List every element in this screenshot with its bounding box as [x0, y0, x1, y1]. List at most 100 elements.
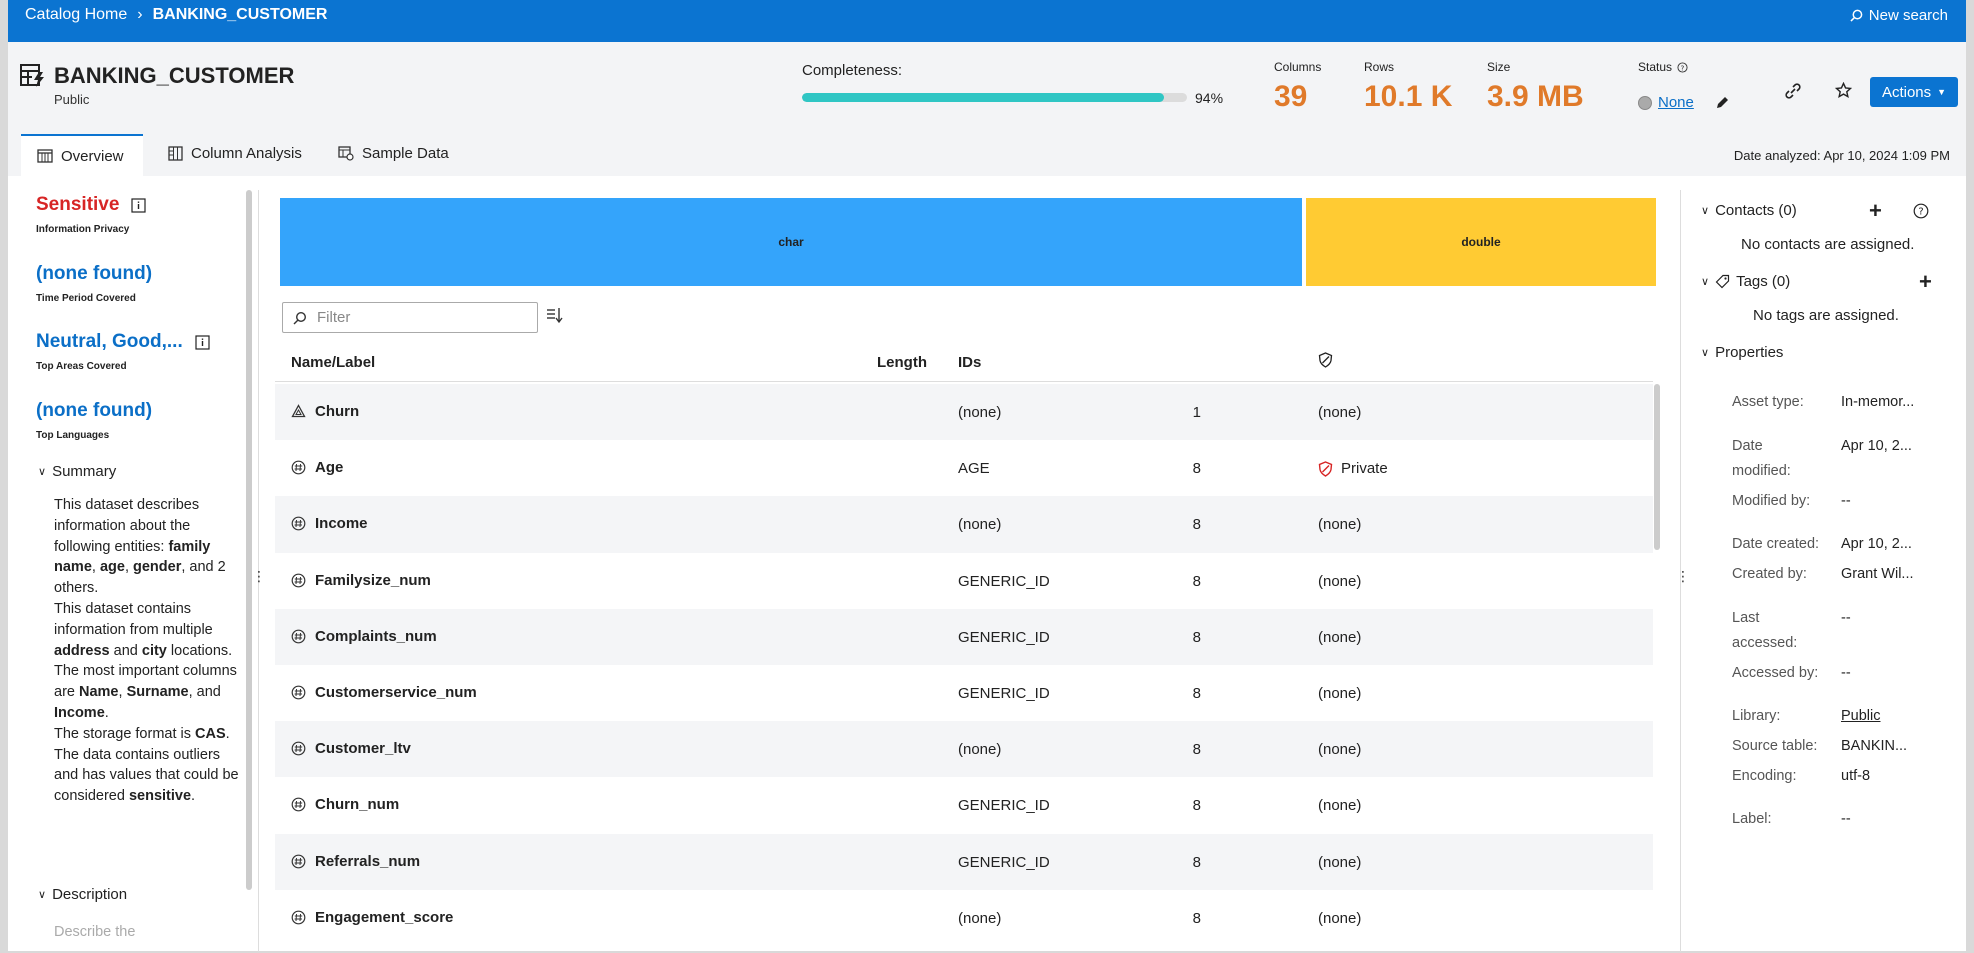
prop-library-link[interactable]: Public: [1841, 704, 1881, 729]
numeric-icon: [291, 797, 306, 812]
row-ids: GENERIC_ID: [958, 628, 1050, 646]
info-icon[interactable]: [131, 197, 147, 213]
filter-input[interactable]: Filter: [282, 302, 538, 333]
prop-date-created-value: Apr 10, 2...: [1841, 536, 1912, 552]
table-row[interactable]: Churn 1 (none) (none): [275, 384, 1653, 441]
row-ids: GENERIC_ID: [958, 853, 1050, 871]
row-sensitivity: (none): [1318, 741, 1362, 759]
prop-accessed-by-key: Accessed by:: [1732, 665, 1819, 681]
sensitive-text: Sensitive: [36, 194, 120, 215]
tab-column-analysis[interactable]: Column Analysis: [152, 134, 318, 172]
shield-icon[interactable]: [1318, 352, 1333, 368]
tab-bar: Overview Column Analysis Sample Data Dat…: [8, 134, 1966, 176]
details-panel: ∨ Contacts (0) + ? No contacts are assig…: [1683, 190, 1963, 952]
table-row[interactable]: Churn_num 8 GENERIC_ID (none): [275, 777, 1653, 833]
insights-panel: Sensitive Information Privacy (none foun…: [20, 190, 248, 952]
numeric-icon: [291, 516, 306, 531]
table-scrollbar[interactable]: [1654, 384, 1660, 550]
column-analysis-icon: [168, 145, 183, 161]
languages-block: (none found) Top Languages: [36, 400, 152, 441]
breadcrumb: Catalog Home › BANKING_CUSTOMER: [25, 6, 327, 24]
columns-value: 39: [1274, 80, 1308, 113]
breadcrumb-home-link[interactable]: Catalog Home: [25, 6, 127, 24]
asset-title: BANKING_CUSTOMER: [54, 63, 295, 88]
tab-overview[interactable]: Overview: [21, 134, 143, 176]
completeness-bar: [802, 93, 1187, 102]
table-row[interactable]: Engagement_score 8 (none) (none): [275, 890, 1653, 946]
tags-toggle[interactable]: ∨ Tags (0): [1701, 273, 1790, 290]
treemap-double[interactable]: double: [1306, 198, 1656, 286]
new-search-button[interactable]: New search: [1850, 7, 1948, 24]
prop-label-value: --: [1841, 811, 1851, 827]
svg-text:?: ?: [1918, 207, 1923, 218]
rows-stat: Rows 10.1 K: [1364, 60, 1452, 114]
help-icon[interactable]: ?: [1677, 61, 1688, 73]
sensitive-value: Sensitive: [36, 194, 147, 216]
prop-last-accessed-value: --: [1841, 610, 1851, 626]
actions-button[interactable]: Actions ▼: [1870, 77, 1958, 107]
tag-icon: [1715, 274, 1730, 289]
left-resize-handle[interactable]: ⋮: [252, 568, 266, 585]
tags-empty: No tags are assigned.: [1753, 307, 1899, 324]
row-name: Churn: [315, 403, 360, 420]
header-name[interactable]: Name/Label: [291, 354, 375, 371]
numeric-icon: [291, 854, 306, 868]
new-search-label: New search: [1868, 7, 1948, 24]
help-icon[interactable]: ?: [1913, 203, 1929, 219]
add-tag-button[interactable]: +: [1919, 271, 1932, 293]
areas-text: Neutral, Good,...: [36, 331, 183, 352]
table-header: Name/Label Length IDs: [275, 350, 1653, 382]
table-row[interactable]: Complaints_num 8 GENERIC_ID (none): [275, 608, 1653, 665]
rows-value: 10.1 K: [1364, 80, 1453, 113]
left-scrollbar[interactable]: [246, 190, 252, 890]
contacts-empty: No contacts are assigned.: [1741, 236, 1915, 253]
table-row[interactable]: Familysize_num 8 GENERIC_ID (none): [275, 553, 1653, 609]
status-label: Status ?: [1638, 60, 1688, 74]
row-length: 8: [1192, 853, 1201, 871]
table-row[interactable]: Customer_ltv 8 (none) (none): [275, 721, 1653, 778]
numeric-icon: [291, 741, 306, 756]
size-value: 3.9 MB: [1487, 80, 1584, 113]
table-row[interactable]: Income 8 (none) (none): [275, 496, 1653, 553]
prop-created-by-key: Created by:: [1732, 566, 1807, 582]
sort-icon[interactable]: [545, 306, 563, 324]
row-sensitivity: Private: [1341, 460, 1388, 478]
chevron-down-icon: ∨: [38, 466, 47, 478]
status-link[interactable]: None: [1658, 94, 1694, 111]
header-length[interactable]: Length: [877, 354, 927, 371]
numeric-icon: [291, 460, 306, 475]
table-row[interactable]: Referrals_num 8 GENERIC_ID (none): [275, 833, 1653, 890]
properties-toggle[interactable]: ∨ Properties: [1701, 344, 1783, 361]
link-icon[interactable]: [1784, 82, 1802, 100]
prop-label-key: Label:: [1732, 811, 1772, 827]
table-row[interactable]: Age 8 AGE Private: [275, 440, 1653, 496]
row-name: Engagement_score: [315, 908, 454, 926]
description-label: Description: [52, 886, 128, 903]
header-ids[interactable]: IDs: [958, 354, 981, 371]
time-period-subtitle: Time Period Covered: [36, 293, 136, 304]
summary-toggle[interactable]: ∨ Summary: [38, 463, 116, 480]
contacts-label: Contacts (0): [1715, 202, 1797, 219]
tab-overview-label: Overview: [61, 147, 124, 165]
description-toggle[interactable]: ∨ Description: [38, 886, 127, 903]
time-period-block: (none found) Time Period Covered: [36, 263, 152, 304]
row-ids: GENERIC_ID: [958, 572, 1050, 590]
chevron-down-icon: ∨: [1701, 276, 1710, 288]
edit-pencil-icon[interactable]: [1714, 95, 1730, 111]
search-icon: [1850, 9, 1863, 22]
add-contact-button[interactable]: +: [1869, 200, 1882, 222]
contacts-toggle[interactable]: ∨ Contacts (0): [1701, 202, 1797, 219]
treemap-char[interactable]: char: [280, 198, 1302, 286]
row-length: 8: [1192, 684, 1201, 702]
row-sensitivity: (none): [1318, 572, 1362, 590]
status-value: None: [1638, 94, 1730, 111]
tab-column-analysis-label: Column Analysis: [191, 144, 302, 162]
row-sensitivity: (none): [1318, 797, 1362, 815]
info-icon[interactable]: [195, 334, 210, 350]
row-ids: (none): [958, 404, 1002, 421]
tab-sample-data[interactable]: Sample Data: [322, 134, 465, 172]
star-icon[interactable]: [1835, 82, 1852, 99]
description-placeholder[interactable]: Describe the: [54, 924, 135, 940]
summary-text: This dataset describes information about…: [54, 497, 239, 805]
table-row[interactable]: Customerservice_num 8 GENERIC_ID (none): [275, 665, 1653, 721]
